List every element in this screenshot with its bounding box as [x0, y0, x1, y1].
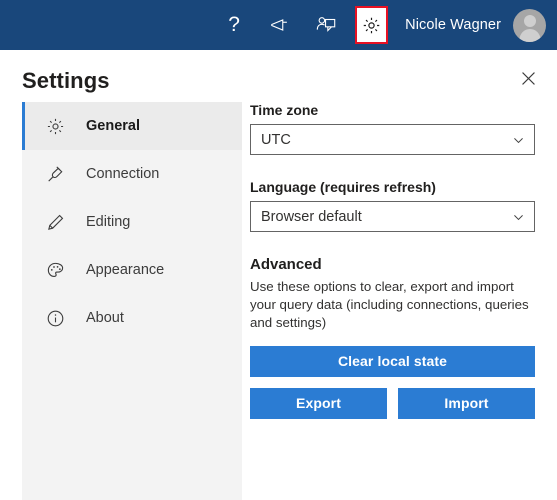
export-import-button-row: Export Import: [250, 387, 535, 419]
language-label: Language (requires refresh): [250, 179, 436, 195]
close-icon[interactable]: [513, 63, 543, 93]
username-label: Nicole Wagner: [405, 17, 501, 33]
help-icon[interactable]: ?: [217, 7, 251, 43]
clear-local-state-button[interactable]: Clear local state: [250, 345, 535, 377]
sidebar-item-label: Connection: [86, 166, 160, 182]
advanced-description: Use these options to clear, export and i…: [250, 279, 529, 331]
sidebar-item-appearance[interactable]: Appearance: [22, 246, 242, 294]
settings-content: Time zone UTC Language (requires refresh…: [250, 102, 535, 419]
gear-icon[interactable]: [355, 6, 389, 44]
avatar[interactable]: [513, 8, 546, 42]
timezone-label: Time zone: [250, 102, 319, 118]
import-button[interactable]: Import: [398, 387, 535, 419]
feedback-icon[interactable]: [309, 8, 343, 42]
settings-sidebar: General Connection Editing Appearance Ab…: [22, 102, 242, 500]
timezone-select[interactable]: UTC: [250, 124, 535, 155]
chevron-down-icon: [512, 210, 525, 223]
gear-icon: [44, 115, 66, 137]
info-icon: [44, 307, 66, 329]
avatar-body: [519, 28, 540, 42]
language-select[interactable]: Browser default: [250, 201, 535, 232]
sidebar-item-label: General: [86, 118, 140, 134]
palette-icon: [44, 259, 66, 281]
plug-icon: [44, 163, 66, 185]
avatar-head: [523, 14, 536, 27]
top-navigation-bar: ? Nicole Wagner: [0, 0, 557, 50]
sidebar-item-connection[interactable]: Connection: [22, 150, 242, 198]
chevron-down-icon: [512, 133, 525, 146]
page-title: Settings: [22, 68, 110, 93]
export-button[interactable]: Export: [250, 387, 387, 419]
sidebar-item-label: Editing: [86, 214, 131, 230]
sidebar-item-label: Appearance: [86, 262, 165, 278]
sidebar-item-about[interactable]: About: [22, 294, 242, 342]
settings-panel: Settings General Connection Editing Appe…: [0, 50, 557, 500]
language-value: Browser default: [261, 208, 362, 225]
megaphone-icon[interactable]: [263, 8, 297, 42]
sidebar-item-editing[interactable]: Editing: [22, 198, 242, 246]
timezone-value: UTC: [261, 131, 291, 148]
sidebar-item-label: About: [86, 310, 124, 326]
advanced-heading: Advanced: [250, 256, 322, 273]
sidebar-item-general[interactable]: General: [22, 102, 242, 150]
pencil-icon: [44, 211, 66, 233]
